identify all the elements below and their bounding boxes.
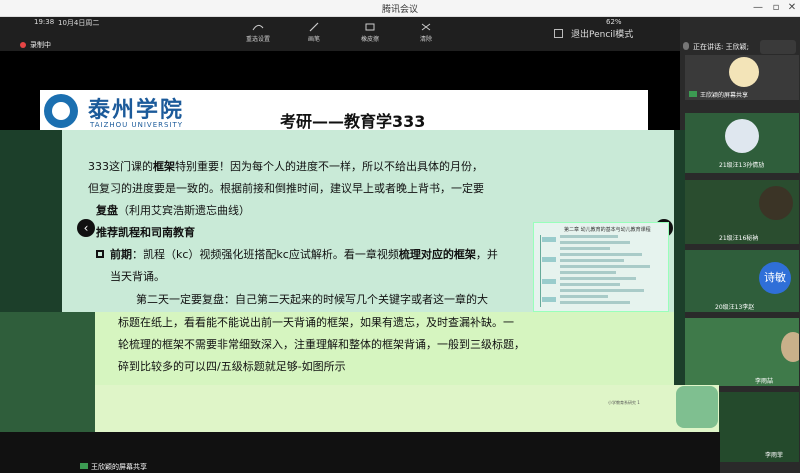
speaking-indicator: 正在讲话: 王欣颖; (683, 42, 749, 52)
mindmap-node (542, 297, 556, 302)
mindmap-entry (560, 247, 610, 250)
avatar (729, 57, 759, 87)
mic-icon (683, 42, 689, 50)
exit-pencil-icon (554, 29, 563, 38)
status-time: 19:38 (34, 18, 55, 26)
layout-toggle-button[interactable] (760, 40, 796, 54)
clear-icon (421, 23, 431, 31)
school-name-cn: 泰州学院 (88, 97, 185, 123)
slide-line-5: 前期：凯程（kc）视频强化班搭配kc应试解析。看一章视频梳理对应的框架，并 (96, 246, 498, 262)
pen-settings-button[interactable]: 重选设置 (228, 22, 288, 43)
exit-pencil-label: 退出Pencil模式 (571, 30, 634, 40)
participant-name: 王欣颖的屏幕共享 (689, 90, 748, 99)
participant-tile[interactable]: 21级汪16秘衲 (685, 180, 799, 244)
slide-line-9: 轮梳理的框架不需要非常细致深入，注重理解和整体的框架背诵，一般到三级标题， (118, 338, 525, 351)
eraser-label: 橡皮擦 (360, 36, 379, 43)
eraser-button[interactable]: 橡皮擦 (340, 22, 400, 43)
pen-settings-label: 重选设置 (245, 36, 270, 43)
minimize-icon[interactable]: — (748, 1, 768, 15)
eraser-icon (365, 23, 375, 31)
mindmap-entry (560, 283, 620, 286)
speaking-label: 正在讲话: 王欣颖; (693, 43, 749, 51)
floating-camera-preview[interactable] (676, 386, 718, 428)
screen-share-label: 王欣颖的屏幕共享 (80, 462, 147, 472)
mindmap-title: 第二章 幼儿教育的基本与幼儿教育课程 (564, 227, 651, 233)
participant-avatar-poet[interactable]: 诗敏 (759, 262, 791, 294)
slide-line-6: 当天背诵。 (110, 270, 165, 283)
status-battery: 62% (606, 18, 622, 26)
prev-slide-button[interactable]: ‹ (77, 219, 95, 237)
slide-footer: 小学教育系研究 1 (608, 400, 640, 405)
participant-name: 李雨喆 (755, 378, 774, 385)
participant-tile[interactable]: 王欣颖的屏幕共享 (685, 55, 799, 100)
mindmap-entry (560, 259, 624, 262)
window-title: 腾讯会议 (381, 5, 418, 15)
mindmap-entry (560, 235, 618, 238)
school-name-en: TAIZHOU UNIVERSITY (90, 121, 184, 129)
slide-title: 考研——教育学333 (280, 112, 426, 131)
slide-line-1: 333这门课的框架特别重要！因为每个人的进度不一样，所以不给出具体的月份， (88, 160, 483, 173)
recording-dot-icon (20, 42, 26, 48)
participant-name: 21级汪16秘衲 (719, 235, 759, 242)
clear-button[interactable]: 清除 (396, 22, 456, 43)
slide-line-7: 第二天一定要复盘：自己第二天起来的时候写几个关键字或者这一章的大 (136, 293, 488, 306)
avatar (725, 119, 759, 153)
participant-name: 20级汪13李赵 (715, 304, 755, 311)
slide-line-8: 标题在纸上，看看能不能说出前一天背诵的框架，如果有遗忘，及时查漏补缺。一 (118, 316, 514, 329)
close-icon[interactable]: ✕ (782, 1, 800, 15)
mindmap-entry (560, 295, 608, 298)
participant-tile[interactable]: 李雨喆 (685, 318, 799, 386)
status-date: 10月4日周二 (58, 19, 100, 27)
university-logo-inner (52, 102, 70, 120)
slide-line-10: 碎到比较多的可以四/五级标题就足够-如图所示 (118, 360, 346, 373)
participant-tile[interactable]: 21级汪13孙倩劢 (685, 113, 799, 173)
pen-settings-icon (252, 24, 264, 31)
participant-name: 李雨菲 (765, 452, 784, 459)
mindmap-entry (560, 265, 650, 268)
bullet-square-icon (96, 250, 104, 258)
screen-share-icon (689, 91, 697, 97)
mindmap-entry (560, 277, 636, 280)
slide-line-3: 复盘（利用艾宾浩斯遗忘曲线） (96, 204, 250, 217)
mindmap-entry (560, 289, 644, 292)
mindmap-entry (560, 241, 630, 244)
slide-line-4: 推荐凯程和司南教育 (96, 226, 195, 239)
avatar (759, 186, 793, 220)
exit-pencil-button[interactable]: 退出Pencil模式 (554, 27, 633, 40)
screen-share-icon (80, 463, 88, 469)
clear-label: 清除 (419, 36, 432, 43)
participant-name: 21级汪13孙倩劢 (719, 162, 765, 169)
mindmap-entry (560, 301, 630, 304)
mindmap-node (542, 279, 556, 284)
pen-button[interactable]: 画笔 (284, 22, 344, 43)
window-titlebar: 腾讯会议 — ▫ ✕ (0, 0, 800, 17)
slide-body-bottom (95, 385, 719, 432)
mindmap-figure: 第二章 幼儿教育的基本与幼儿教育课程 (533, 222, 669, 312)
mindmap-node (542, 237, 556, 242)
slide-line-2: 但复习的进度要是一致的。根据前接和倒推时间，建议早上或者晚上背书，一定要 (88, 182, 484, 195)
pen-icon (309, 22, 319, 32)
mindmap-entry (560, 271, 616, 274)
pen-label: 画笔 (307, 36, 320, 43)
mindmap-node (542, 257, 556, 262)
mindmap-entry (560, 253, 642, 256)
recording-label: 录制中 (30, 41, 51, 49)
avatar (781, 332, 799, 362)
recording-indicator: 录制中 (20, 40, 51, 50)
chevron-left-icon: ‹ (83, 221, 89, 235)
mindmap-branch (540, 235, 541, 307)
